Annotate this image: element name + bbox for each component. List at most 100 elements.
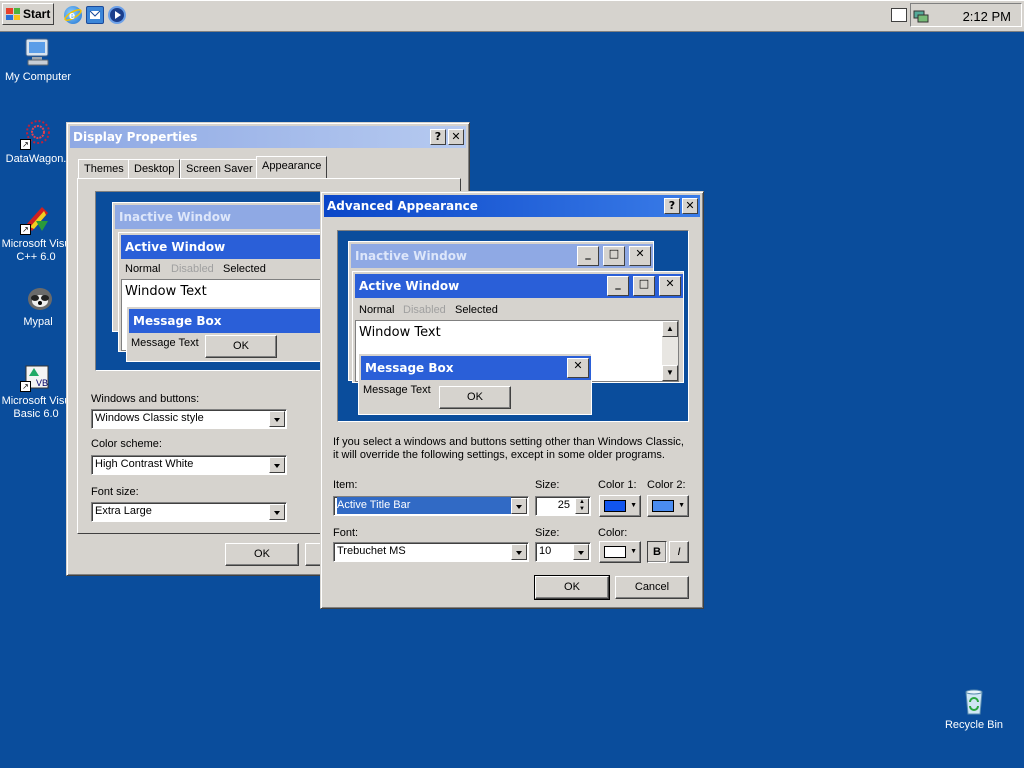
help-button[interactable]: ? — [430, 129, 446, 145]
spinner-arrows-icon[interactable]: ▲ ▼ — [575, 498, 589, 514]
preview-ok-button: OK — [205, 335, 277, 358]
svg-text:VB: VB — [36, 378, 48, 388]
display-properties-titlebar[interactable]: Display Properties ? ✕ — [70, 126, 466, 148]
window-title: Display Properties — [73, 130, 198, 144]
preview-active-title: Active Window _ □ ✕ — [355, 274, 683, 298]
font-size-value: Extra Large — [95, 505, 152, 517]
help-button[interactable]: ? — [664, 198, 680, 214]
minimize-icon: _ — [607, 276, 629, 296]
desktop-icon-label: My Computer — [4, 71, 72, 83]
keyboard-icon[interactable] — [891, 8, 907, 22]
close-button[interactable]: ✕ — [682, 198, 698, 214]
color2-picker[interactable]: ▼ — [647, 495, 689, 517]
chevron-down-icon: ▼ — [630, 548, 637, 555]
start-label: Start — [23, 7, 51, 21]
preview-scrollbar: ▲ ▼ — [662, 321, 678, 381]
italic-button[interactable]: I — [669, 541, 689, 563]
preview-message-box: Message Box Message Text OK — [126, 306, 324, 362]
item-size-label: Size: — [535, 479, 560, 491]
cancel-button[interactable]: Cancel — [615, 576, 689, 599]
desktop-icon-datawagon[interactable]: ↗ DataWagon. — [0, 118, 74, 166]
preview-menu-normal: Normal — [359, 304, 395, 316]
bold-button[interactable]: B — [647, 541, 667, 563]
desktop-icon-label: Microsoft Visu C++ 6.0 — [1, 238, 71, 263]
desktop-icon-visual-cpp[interactable]: ↗ Microsoft Visu C++ 6.0 — [0, 203, 74, 264]
font-size-select[interactable]: 10 — [535, 542, 591, 562]
windows-buttons-select[interactable]: Windows Classic style — [91, 409, 287, 429]
appearance-preview: Inactive Window Active Window Normal Dis… — [95, 191, 325, 371]
item-size-spinner[interactable]: 25 ▲ ▼ — [535, 496, 591, 516]
info-text-line1: If you select a windows and buttons sett… — [333, 436, 684, 448]
tab-screen-saver[interactable]: Screen Saver — [180, 159, 259, 179]
font-size-select[interactable]: Extra Large — [91, 502, 287, 522]
item-size-value: 25 — [557, 499, 570, 511]
font-size-label: Font size: — [91, 486, 139, 498]
close-button[interactable]: ✕ — [448, 129, 464, 145]
windows-buttons-value: Windows Classic style — [95, 412, 204, 424]
preview-message-text: Message Text — [131, 337, 199, 349]
item-value: Active Title Bar — [337, 497, 511, 514]
maximize-icon: □ — [633, 276, 655, 296]
chevron-down-icon[interactable] — [511, 498, 527, 514]
tab-desktop[interactable]: Desktop — [128, 159, 181, 179]
desktop-icon-mypal[interactable]: Mypal — [0, 281, 76, 329]
preview-message-box: Message Box ✕ Message Text OK — [358, 353, 592, 415]
font-label: Font: — [333, 527, 359, 539]
preview-message-text: Message Text — [363, 384, 431, 396]
preview-active-title-text: Active Window — [359, 279, 460, 293]
color-scheme-value: High Contrast White — [95, 458, 194, 470]
tab-themes[interactable]: Themes — [78, 159, 130, 179]
close-icon: ✕ — [659, 276, 681, 296]
outlook-icon[interactable] — [86, 6, 104, 24]
media-player-icon[interactable] — [108, 6, 126, 24]
preview-inactive-title-text: Inactive Window — [355, 249, 468, 263]
chevron-down-icon[interactable] — [269, 504, 285, 520]
ie-icon[interactable]: e — [64, 6, 82, 24]
clock[interactable]: 2:12 PM — [963, 9, 1011, 24]
color-scheme-select[interactable]: High Contrast White — [91, 455, 287, 475]
chevron-down-icon[interactable] — [269, 411, 285, 427]
tab-appearance[interactable]: Appearance — [256, 156, 328, 179]
color1-swatch — [604, 500, 626, 512]
scroll-down-icon: ▼ — [662, 365, 678, 381]
preview-menu-normal: Normal — [125, 263, 161, 275]
item-select[interactable]: Active Title Bar — [333, 496, 529, 516]
chevron-down-icon[interactable] — [573, 544, 589, 560]
chevron-down-icon[interactable] — [269, 457, 285, 473]
font-color-picker[interactable]: ▼ — [599, 541, 641, 563]
shortcut-arrow-icon: ↗ — [20, 381, 31, 392]
recycle-bin-icon — [958, 684, 990, 716]
ok-button[interactable]: OK — [225, 543, 299, 566]
font-select[interactable]: Trebuchet MS — [333, 542, 529, 562]
maximize-icon: □ — [603, 246, 625, 266]
network-icon[interactable] — [913, 8, 929, 23]
my-computer-icon — [22, 36, 54, 68]
scroll-up-icon: ▲ — [662, 321, 678, 337]
chevron-down-icon[interactable] — [511, 544, 527, 560]
preview-message-box-title: Message Box — [129, 309, 324, 333]
start-button[interactable]: Start — [2, 3, 54, 25]
visual-basic-icon: VB ↗ — [20, 360, 52, 392]
info-text-line2: it will override the following settings,… — [333, 449, 665, 461]
desktop-icon-label: Mypal — [23, 316, 53, 328]
ok-button[interactable]: OK — [534, 575, 610, 600]
preview-inactive-title: Inactive Window _ □ ✕ — [351, 244, 653, 268]
color1-picker[interactable]: ▼ — [599, 495, 641, 517]
font-color-swatch — [604, 546, 626, 558]
close-icon: ✕ — [567, 358, 589, 378]
windows-logo-icon — [6, 8, 20, 20]
font-size-value: 10 — [539, 545, 552, 557]
font-color-label: Color: — [598, 527, 628, 539]
datawagon-icon: ↗ — [20, 118, 52, 150]
chevron-down-icon: ▼ — [630, 502, 637, 509]
windows-buttons-label: Windows and buttons: — [91, 393, 200, 405]
taskbar: Start e 2:12 PM — [0, 0, 1024, 32]
preview-window-text: Window Text — [125, 284, 207, 299]
advanced-appearance-titlebar[interactable]: Advanced Appearance ? ✕ — [324, 195, 700, 217]
shortcut-arrow-icon: ↗ — [20, 139, 31, 150]
minimize-icon: _ — [577, 246, 599, 266]
desktop-icon-recycle-bin[interactable]: Recycle Bin — [936, 684, 1012, 732]
desktop-icon-visual-basic[interactable]: VB ↗ Microsoft Visu Basic 6.0 — [0, 360, 74, 421]
preview-menu-selected: Selected — [455, 304, 498, 316]
desktop-icon-my-computer[interactable]: My Computer — [0, 36, 76, 84]
